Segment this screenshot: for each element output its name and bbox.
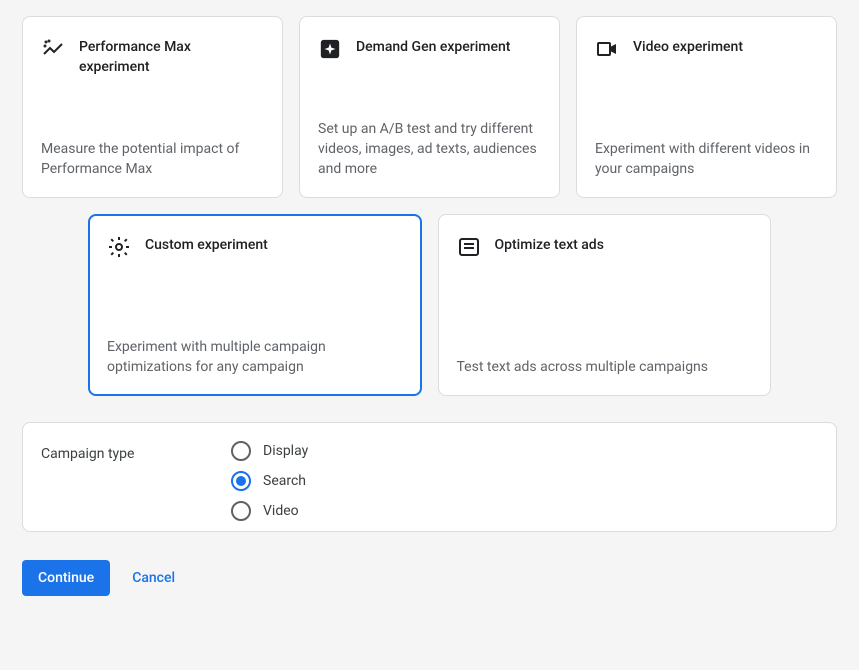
card-title: Video experiment [633, 37, 743, 57]
radio-icon [231, 501, 251, 521]
campaign-type-label: Campaign type [41, 441, 191, 462]
radio-video[interactable]: Video [231, 501, 308, 521]
text-ads-icon [457, 235, 481, 259]
video-icon [595, 37, 619, 61]
cancel-button[interactable]: Cancel [132, 570, 175, 586]
card-title: Optimize text ads [495, 235, 604, 255]
card-title: Performance Max experiment [79, 37, 264, 77]
radio-icon [231, 441, 251, 461]
card-description: Set up an A/B test and try different vid… [318, 119, 541, 179]
trend-icon [41, 37, 65, 61]
card-title: Demand Gen experiment [356, 37, 510, 57]
continue-button[interactable]: Continue [22, 560, 110, 596]
card-demand-gen-experiment[interactable]: Demand Gen experiment Set up an A/B test… [299, 16, 560, 198]
card-description: Experiment with multiple campaign optimi… [107, 337, 403, 377]
campaign-type-panel: Campaign type Display Search Video [22, 422, 837, 532]
radio-label: Display [263, 443, 308, 459]
radio-icon [231, 471, 251, 491]
gear-icon [107, 235, 131, 259]
card-custom-experiment[interactable]: Custom experiment Experiment with multip… [88, 214, 422, 396]
radio-display[interactable]: Display [231, 441, 308, 461]
card-pmax-experiment[interactable]: Performance Max experiment Measure the p… [22, 16, 283, 198]
radio-label: Search [263, 473, 306, 489]
card-description: Test text ads across multiple campaigns [457, 357, 753, 377]
card-description: Experiment with different videos in your… [595, 139, 818, 179]
card-title: Custom experiment [145, 235, 268, 255]
sparkle-icon [318, 37, 342, 61]
campaign-type-radio-group: Display Search Video [231, 441, 308, 521]
card-description: Measure the potential impact of Performa… [41, 139, 264, 179]
card-video-experiment[interactable]: Video experiment Experiment with differe… [576, 16, 837, 198]
radio-search[interactable]: Search [231, 471, 308, 491]
card-optimize-text-ads[interactable]: Optimize text ads Test text ads across m… [438, 214, 772, 396]
radio-label: Video [263, 503, 299, 519]
